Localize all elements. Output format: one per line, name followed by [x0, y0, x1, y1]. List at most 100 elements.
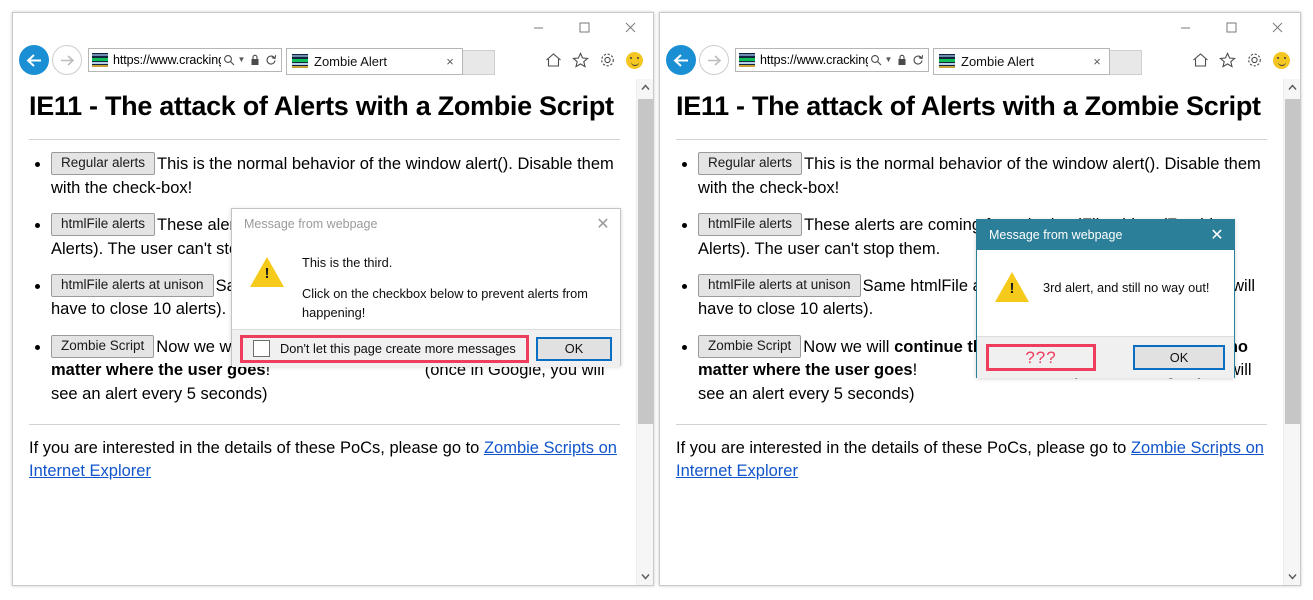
tab-close-icon[interactable]: ×: [442, 54, 458, 69]
dialog-titlebar-right: Message from webpage ✕: [977, 220, 1234, 250]
list-item: Regular alertsThis is the normal behavio…: [698, 152, 1267, 200]
vertical-scrollbar-right[interactable]: [1283, 79, 1300, 585]
refresh-icon[interactable]: [910, 50, 925, 70]
maximize-icon[interactable]: [561, 13, 607, 41]
refresh-icon[interactable]: [263, 50, 278, 70]
forward-button[interactable]: [52, 45, 82, 75]
screenshot-root: https://www.cracking.... ▼: [0, 0, 1313, 600]
home-icon[interactable]: [1188, 47, 1213, 73]
back-button[interactable]: [19, 45, 49, 75]
browser-toolbar-left: https://www.cracking.... ▼: [13, 41, 653, 79]
command-bar-icons: [541, 47, 649, 73]
scroll-down-icon[interactable]: [1284, 568, 1300, 585]
dialog-close-icon[interactable]: ✕: [588, 210, 618, 238]
new-tab-button[interactable]: [463, 49, 495, 75]
htmlfile-alerts-unison-button[interactable]: htmlFile alerts at unison: [51, 273, 214, 298]
tab-title: Zombie Alert: [314, 53, 387, 69]
chevron-down-icon[interactable]: ▼: [237, 50, 246, 70]
closing-paragraph: If you are interested in the details of …: [676, 437, 1267, 484]
dialog-body-left: This is the third. Click on the checkbox…: [232, 239, 620, 329]
list-item: Regular alertsThis is the normal behavio…: [51, 152, 620, 200]
dialog-message-text: 3rd alert, and still no way out!: [1043, 280, 1210, 295]
message-dialog-left: Message from webpage ✕ This is the third…: [231, 208, 621, 367]
zombie-script-text-pre: Now we will: [803, 337, 895, 356]
tab-strip: Zombie Alert ×: [286, 46, 495, 75]
maximize-icon[interactable]: [1208, 13, 1254, 41]
home-icon[interactable]: [541, 47, 566, 73]
scrollbar-thumb[interactable]: [638, 99, 653, 424]
closing-text: If you are interested in the details of …: [676, 439, 1131, 458]
htmlfile-alerts-button[interactable]: htmlFile alerts: [51, 213, 156, 237]
favorites-star-icon[interactable]: [568, 47, 593, 73]
smiley-feedback-icon[interactable]: [622, 47, 647, 73]
tab-favicon-icon: [292, 54, 308, 68]
regular-alerts-button[interactable]: Regular alerts: [698, 152, 803, 176]
forward-button[interactable]: [699, 45, 729, 75]
dialog-close-icon[interactable]: ✕: [1202, 221, 1232, 249]
address-bar-icons: ▼: [221, 50, 278, 70]
settings-gear-icon[interactable]: [1242, 47, 1267, 73]
minimize-icon[interactable]: [1162, 13, 1208, 41]
close-icon[interactable]: [607, 13, 653, 41]
htmlfile-alerts-unison-button[interactable]: htmlFile alerts at unison: [698, 273, 861, 298]
new-tab-button[interactable]: [1110, 49, 1142, 75]
dialog-message-line-1: This is the third.: [302, 255, 393, 270]
close-icon[interactable]: [1254, 13, 1300, 41]
settings-gear-icon[interactable]: [595, 47, 620, 73]
tab-zombie-alert[interactable]: Zombie Alert ×: [933, 47, 1110, 75]
titlebar-right: [660, 13, 1300, 41]
vertical-scrollbar-left[interactable]: [636, 79, 653, 585]
browser-toolbar-right: https://www.cracking.... ▼: [660, 41, 1300, 79]
site-favicon-icon: [739, 53, 755, 67]
dialog-message-right: 3rd alert, and still no way out!: [1043, 272, 1209, 297]
ok-button[interactable]: OK: [1133, 345, 1225, 370]
tab-close-icon[interactable]: ×: [1089, 54, 1105, 69]
zombie-script-button[interactable]: Zombie Script: [51, 334, 155, 358]
checkbox-highlight-box: Don't let this page create more messages: [240, 334, 529, 363]
prevent-alerts-checkbox-label: Don't let this page create more messages: [280, 341, 516, 356]
scroll-up-icon[interactable]: [637, 79, 653, 96]
address-bar-url: https://www.cracking....: [760, 53, 868, 67]
zombie-script-button[interactable]: Zombie Script: [698, 334, 802, 358]
scroll-up-icon[interactable]: [1284, 79, 1300, 96]
htmlfile-alerts-button[interactable]: htmlFile alerts: [698, 213, 803, 237]
site-favicon-icon: [92, 53, 108, 67]
dialog-message-line-2: Click on the checkbox below to prevent a…: [302, 286, 588, 321]
search-icon[interactable]: [221, 50, 236, 70]
ok-button[interactable]: OK: [536, 336, 612, 361]
address-bar[interactable]: https://www.cracking.... ▼: [735, 48, 929, 72]
divider-top: [676, 139, 1267, 141]
page-title: IE11 - The attack of Alerts with a Zombi…: [29, 91, 614, 121]
favorites-star-icon[interactable]: [1215, 47, 1240, 73]
scroll-down-icon[interactable]: [637, 568, 653, 585]
address-bar[interactable]: https://www.cracking.... ▼: [88, 48, 282, 72]
dialog-title: Message from webpage: [244, 217, 378, 231]
minimize-icon[interactable]: [515, 13, 561, 41]
back-button[interactable]: [666, 45, 696, 75]
window-controls-left: [515, 13, 653, 41]
scrollbar-thumb[interactable]: [1285, 99, 1300, 424]
command-bar-icons: [1188, 47, 1296, 73]
prevent-alerts-checkbox[interactable]: [253, 340, 270, 357]
page-title: IE11 - The attack of Alerts with a Zombi…: [676, 91, 1261, 121]
lock-icon: [894, 50, 909, 70]
smiley-feedback-icon[interactable]: [1269, 47, 1294, 73]
dialog-message-left: This is the third. Click on the checkbox…: [302, 253, 604, 329]
regular-alerts-button[interactable]: Regular alerts: [51, 152, 156, 176]
titlebar-left: [13, 13, 653, 41]
dialog-titlebar-left: Message from webpage ✕: [232, 209, 620, 239]
warning-triangle-icon: [250, 257, 284, 287]
tab-zombie-alert[interactable]: Zombie Alert ×: [286, 47, 463, 75]
chevron-down-icon[interactable]: ▼: [884, 50, 893, 70]
dialog-footer-left: Don't let this page create more messages…: [232, 329, 620, 367]
tab-favicon-icon: [939, 54, 955, 68]
divider-bottom: [676, 424, 1267, 426]
missing-checkbox-highlight-box: ???: [986, 344, 1096, 371]
search-icon[interactable]: [868, 50, 883, 70]
address-bar-url: https://www.cracking....: [113, 53, 221, 67]
dialog-title: Message from webpage: [989, 228, 1123, 242]
zombie-script-text-post: !: [912, 361, 918, 380]
warning-triangle-icon: [995, 272, 1029, 302]
divider-bottom: [29, 424, 620, 426]
dialog-footer-right: ??? OK: [977, 336, 1234, 378]
